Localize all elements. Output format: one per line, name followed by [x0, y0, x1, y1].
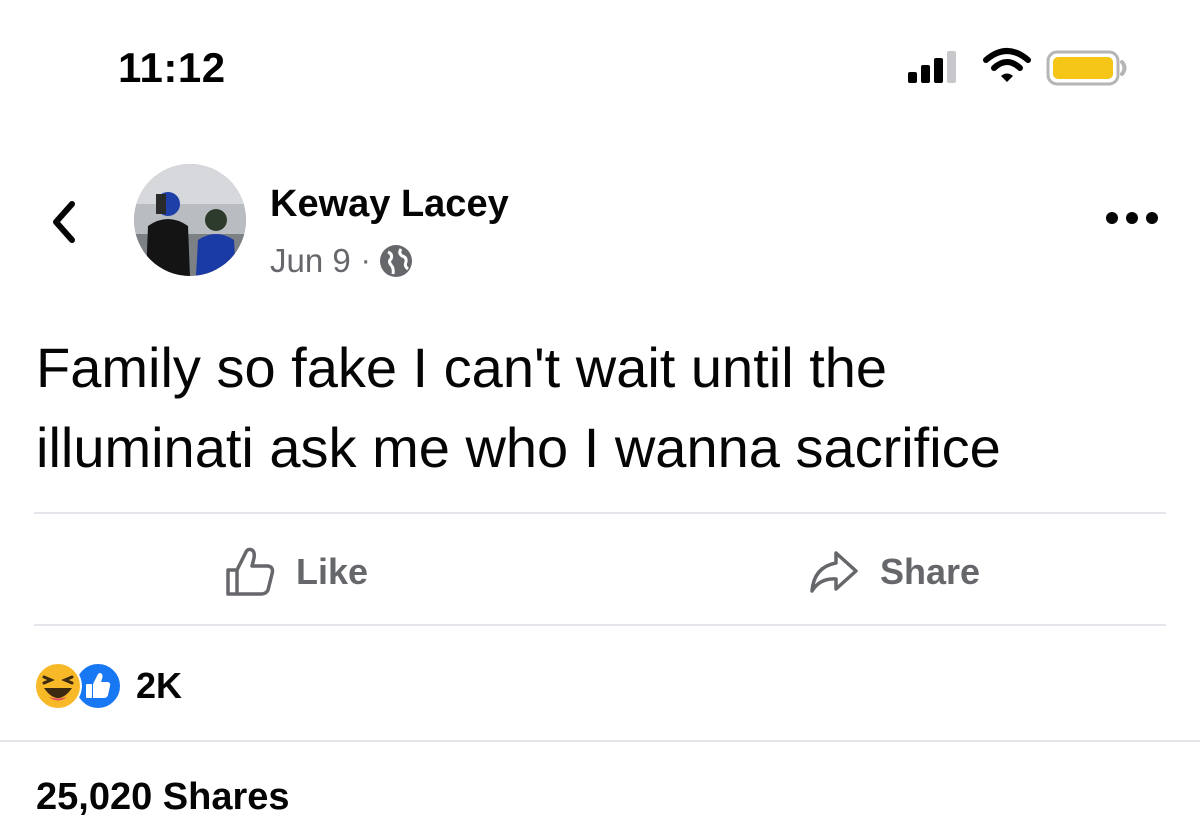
cellular-signal-icon: [908, 51, 956, 83]
avatar-photo: [134, 164, 246, 276]
divider: [34, 624, 1166, 626]
share-button[interactable]: Share: [808, 540, 980, 604]
share-label: Share: [880, 551, 981, 592]
author-avatar[interactable]: [134, 164, 246, 276]
globe-icon[interactable]: [379, 244, 413, 278]
like-label: Like: [296, 551, 369, 592]
reactions-summary[interactable]: 2K: [34, 660, 182, 712]
post-author-name[interactable]: Keway Lacey: [270, 183, 509, 226]
post-date[interactable]: Jun 9: [270, 242, 351, 280]
meta-separator: ·: [360, 244, 371, 277]
more-options-button[interactable]: [1104, 206, 1160, 230]
share-arrow-icon: [810, 551, 858, 593]
thumbs-up-icon: [226, 547, 275, 596]
shares-count[interactable]: 25,020 Shares: [36, 776, 290, 819]
reaction-count: 2K: [136, 665, 183, 706]
post-meta: Jun 9 ·: [270, 240, 413, 282]
post-text: Family so fake I can't wait until the il…: [36, 336, 1001, 479]
like-button[interactable]: Like: [224, 540, 368, 604]
battery-icon: [1046, 50, 1127, 86]
divider: [0, 740, 1200, 742]
chevron-left-icon: [53, 201, 75, 243]
back-button[interactable]: [42, 196, 86, 248]
divider: [34, 512, 1166, 514]
status-time: 11:12: [118, 44, 226, 91]
haha-reaction-icon: [34, 662, 82, 710]
wifi-icon: [983, 48, 1031, 82]
